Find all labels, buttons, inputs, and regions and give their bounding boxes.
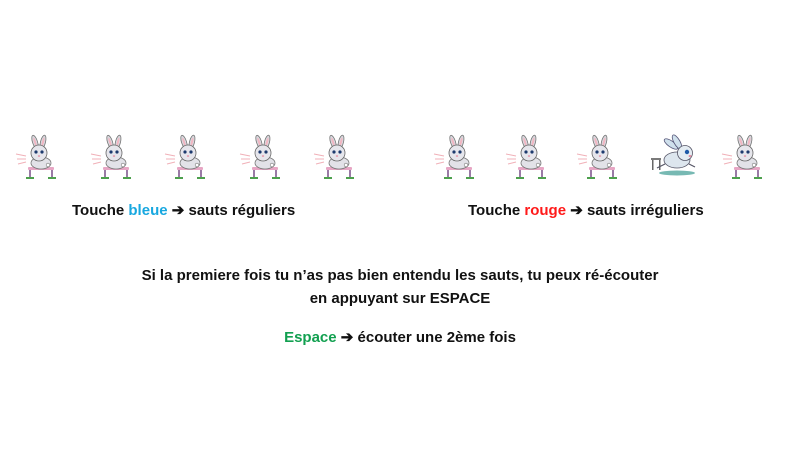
bunny-hurdle-icon — [14, 134, 66, 180]
red-key-instruction: Touche rouge ➔ sauts irréguliers — [468, 201, 704, 219]
irregular-jumps-label: sauts irréguliers — [586, 202, 704, 219]
red-key-word: rouge — [524, 202, 567, 219]
blue-key-word: bleue — [128, 202, 168, 219]
bunny-hurdle-icon — [575, 134, 627, 180]
bunny-jumping-icon — [647, 134, 701, 180]
arrow-icon: ➔ — [336, 329, 358, 346]
bunny-hurdle-icon — [312, 134, 364, 180]
instruction-prefix: Touche — [72, 202, 129, 219]
bunny-hurdle-icon — [89, 134, 141, 180]
bunny-hurdle-icon — [504, 134, 556, 180]
irregular-jumps-row — [432, 134, 772, 180]
replay-line-2: en appuyant sur ESPACE — [309, 290, 491, 307]
regular-jumps-row — [14, 134, 364, 180]
replay-instruction: Si la premiere fois tu n’as pas bien ent… — [0, 264, 800, 310]
bunny-hurdle-icon — [163, 134, 215, 180]
bunny-hurdle-icon — [432, 134, 484, 180]
arrow-icon: ➔ — [167, 202, 189, 219]
bunny-hurdle-icon — [238, 134, 290, 180]
space-key-instruction: Espace ➔ écouter une 2ème fois — [0, 326, 800, 349]
replay-line-1: Si la premiere fois tu n’as pas bien ent… — [141, 267, 659, 284]
instruction-prefix: Touche — [468, 202, 525, 219]
listen-again-label: écouter une 2ème fois — [357, 329, 516, 346]
blue-key-instruction: Touche bleue ➔ sauts réguliers — [72, 201, 295, 219]
regular-jumps-label: sauts réguliers — [188, 202, 296, 219]
bunny-hurdle-icon — [720, 134, 772, 180]
space-key-word: Espace — [284, 329, 337, 346]
arrow-icon: ➔ — [566, 202, 587, 219]
